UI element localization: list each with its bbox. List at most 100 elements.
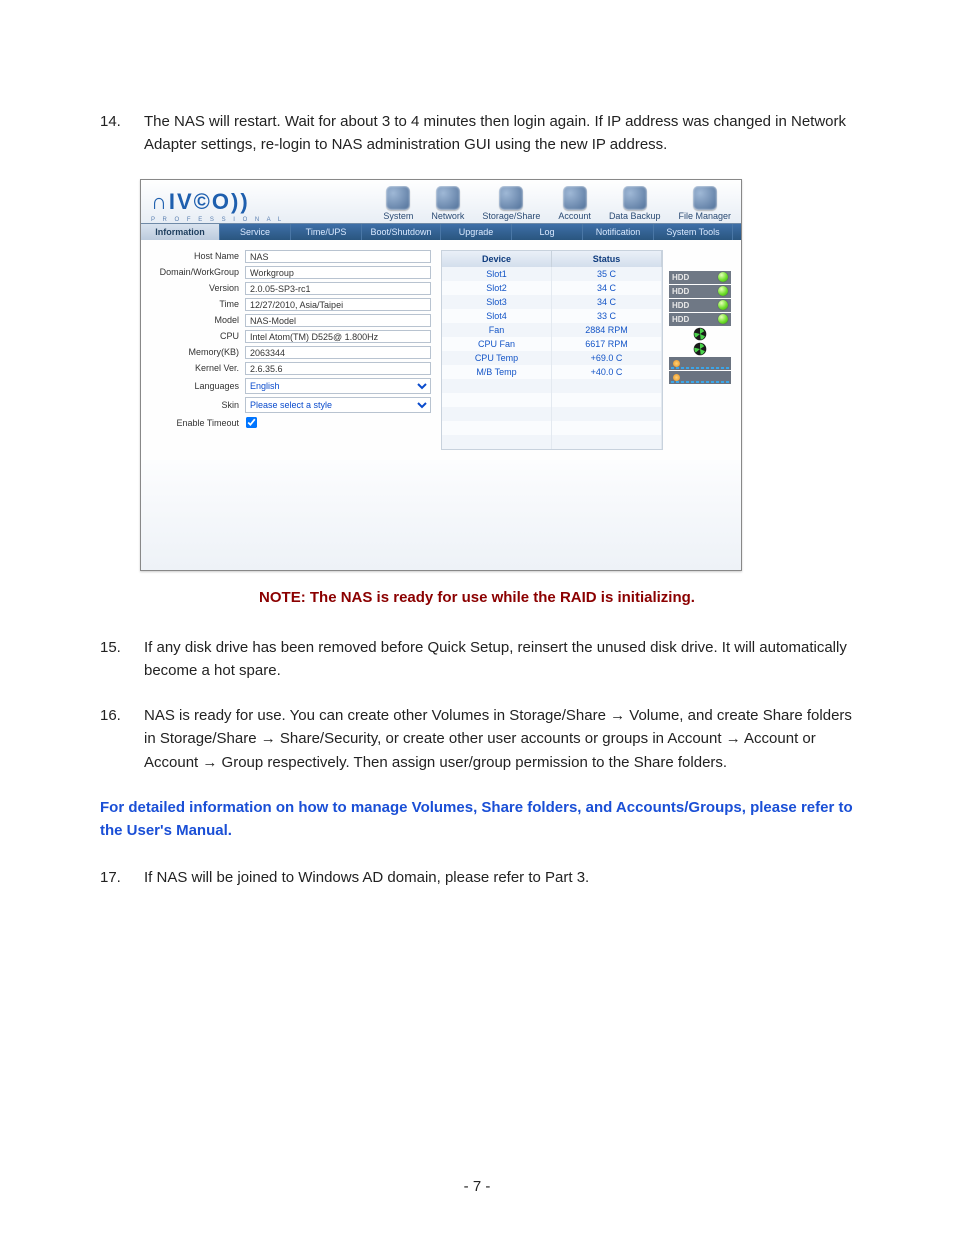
temp-gauge-icon (669, 371, 731, 384)
nav-file-manager[interactable]: File Manager (678, 186, 731, 223)
led-ok-icon (718, 314, 728, 324)
device-status-table: Device Status Slot135 C Slot234 C Slot33… (441, 250, 663, 450)
label-time: Time (151, 299, 245, 309)
system-info-table: Host NameNAS Domain/WorkGroupWorkgroup V… (151, 250, 431, 450)
hdd-icon-slot4: HDD (669, 313, 731, 326)
label-cpu: CPU (151, 331, 245, 341)
system-icon (386, 186, 410, 210)
nas-admin-screenshot: ∩IV©O)) P R O F E S S I O N A L System N… (140, 179, 742, 571)
value-kernel: 2.6.35.6 (245, 362, 431, 375)
instruction-list-cont: 15. If any disk drive has been removed b… (100, 636, 854, 774)
nav-network[interactable]: Network (431, 186, 464, 223)
tab-information[interactable]: Information (141, 224, 220, 240)
instruction-list-cont2: 17. If NAS will be joined to Windows AD … (100, 866, 854, 889)
instruction-list: 14. The NAS will restart. Wait for about… (100, 110, 854, 157)
enable-timeout-checkbox[interactable] (246, 416, 257, 427)
label-languages: Languages (151, 381, 245, 391)
led-ok-icon (718, 286, 728, 296)
logo-subtext: P R O F E S S I O N A L (151, 217, 284, 223)
row-empty (442, 435, 662, 449)
col-status: Status (552, 251, 662, 267)
subtab-row: Information Service Time/UPS Boot/Shutdo… (141, 224, 741, 240)
page-number: - 7 - (0, 1178, 954, 1195)
tab-upgrade[interactable]: Upgrade (441, 224, 512, 240)
hdd-icon-slot1: HDD (669, 271, 731, 284)
row-fan: Fan2884 RPM (442, 323, 662, 337)
skin-select[interactable]: Please select a style (245, 397, 431, 413)
value-version: 2.0.05-SP3-rc1 (245, 282, 431, 295)
tab-boot-shutdown[interactable]: Boot/Shutdown (362, 224, 441, 240)
temp-gauge-icon (669, 357, 731, 370)
row-empty (442, 393, 662, 407)
file-manager-icon (693, 186, 717, 210)
step-number: 16. (100, 704, 144, 774)
nav-storage-share[interactable]: Storage/Share (482, 186, 540, 223)
step-text: The NAS will restart. Wait for about 3 t… (144, 110, 854, 157)
nav-label: Storage/Share (482, 211, 540, 221)
row-empty (442, 421, 662, 435)
step-14: 14. The NAS will restart. Wait for about… (100, 110, 854, 157)
label-memory: Memory(KB) (151, 347, 245, 357)
step-number: 17. (100, 866, 144, 889)
step-number: 15. (100, 636, 144, 683)
row-slot4: Slot433 C (442, 309, 662, 323)
label-model: Model (151, 315, 245, 325)
step-15: 15. If any disk drive has been removed b… (100, 636, 854, 683)
language-select[interactable]: English (245, 378, 431, 394)
value-model: NAS-Model (245, 314, 431, 327)
tab-log[interactable]: Log (512, 224, 583, 240)
logo-text: ∩IV©O)) (151, 189, 250, 215)
nav-system[interactable]: System (383, 186, 413, 223)
row-slot2: Slot234 C (442, 281, 662, 295)
status-icons-column: HDD HDD HDD HDD (669, 250, 731, 450)
hdd-icon-slot3: HDD (669, 299, 731, 312)
user-manual-reference: For detailed information on how to manag… (100, 796, 854, 843)
led-ok-icon (718, 272, 728, 282)
nav-label: File Manager (678, 211, 731, 221)
row-empty (442, 379, 662, 393)
step-17: 17. If NAS will be joined to Windows AD … (100, 866, 854, 889)
tab-system-tools[interactable]: System Tools (654, 224, 733, 240)
note-raid-initializing: NOTE: The NAS is ready for use while the… (100, 589, 854, 606)
value-hostname: NAS (245, 250, 431, 263)
document-page: 14. The NAS will restart. Wait for about… (0, 0, 954, 1235)
fan-icon (669, 327, 731, 341)
nav-label: Network (431, 211, 464, 221)
tab-service[interactable]: Service (220, 224, 291, 240)
row-slot3: Slot334 C (442, 295, 662, 309)
backup-icon (623, 186, 647, 210)
label-kernel: Kernel Ver. (151, 363, 245, 373)
fan-icon (669, 342, 731, 356)
brand-logo: ∩IV©O)) P R O F E S S I O N A L (151, 189, 284, 223)
tab-notification[interactable]: Notification (583, 224, 654, 240)
label-hostname: Host Name (151, 251, 245, 261)
tab-time-ups[interactable]: Time/UPS (291, 224, 362, 240)
label-enable-timeout: Enable Timeout (151, 418, 245, 428)
step-text: If any disk drive has been removed befor… (144, 636, 854, 683)
value-time: 12/27/2010, Asia/Taipei (245, 298, 431, 311)
device-table-header: Device Status (442, 251, 662, 267)
led-ok-icon (718, 300, 728, 310)
step-text: If NAS will be joined to Windows AD doma… (144, 866, 854, 889)
network-icon (436, 186, 460, 210)
hdd-icon-slot2: HDD (669, 285, 731, 298)
nav-label: System (383, 211, 413, 221)
topbar: ∩IV©O)) P R O F E S S I O N A L System N… (141, 180, 741, 224)
account-icon (563, 186, 587, 210)
label-skin: Skin (151, 400, 245, 410)
value-cpu: Intel Atom(TM) D525@ 1.800Hz (245, 330, 431, 343)
label-domain: Domain/WorkGroup (151, 267, 245, 277)
label-version: Version (151, 283, 245, 293)
row-slot1: Slot135 C (442, 267, 662, 281)
value-domain: Workgroup (245, 266, 431, 279)
step-number: 14. (100, 110, 144, 157)
nav-label: Data Backup (609, 211, 661, 221)
storage-icon (499, 186, 523, 210)
panel-bottom-space (141, 460, 741, 570)
row-cpu-fan: CPU Fan6617 RPM (442, 337, 662, 351)
step-text: NAS is ready for use. You can create oth… (144, 704, 854, 774)
nav-account[interactable]: Account (558, 186, 591, 223)
nav-label: Account (558, 211, 591, 221)
row-mb-temp: M/B Temp+40.0 C (442, 365, 662, 379)
nav-data-backup[interactable]: Data Backup (609, 186, 661, 223)
